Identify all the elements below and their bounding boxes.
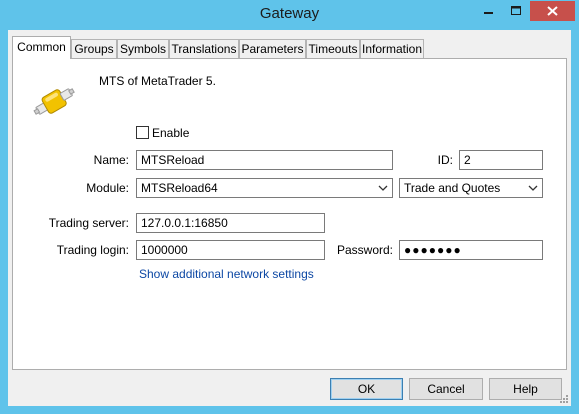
ok-button[interactable]: OK: [330, 378, 403, 400]
tab-groups[interactable]: Groups: [71, 39, 117, 58]
minimize-icon: [484, 12, 493, 14]
tab-parameters[interactable]: Parameters: [239, 39, 306, 58]
dialog-client: Common Groups Symbols Translations Param…: [8, 30, 571, 406]
tab-timeouts[interactable]: Timeouts: [306, 39, 360, 58]
name-field[interactable]: MTSReload: [136, 150, 393, 170]
trading-login-label: Trading login:: [56, 243, 129, 257]
tab-common[interactable]: Common: [12, 36, 71, 59]
chevron-down-icon: [528, 185, 538, 191]
title-bar: Gateway: [0, 0, 579, 30]
id-label: ID:: [437, 153, 453, 167]
trading-login-field[interactable]: 1000000: [136, 240, 325, 260]
password-label: Password:: [336, 243, 393, 257]
mode-select-value: Trade and Quotes: [404, 181, 501, 195]
password-field[interactable]: ●●●●●●●: [399, 240, 543, 260]
id-field[interactable]: 2: [459, 150, 543, 170]
trading-server-label: Trading server:: [48, 216, 129, 230]
enable-checkbox[interactable]: [136, 126, 149, 139]
mode-select[interactable]: Trade and Quotes: [399, 178, 543, 198]
close-icon: [547, 6, 558, 16]
close-button[interactable]: [530, 1, 575, 21]
resize-grip-icon[interactable]: [559, 394, 569, 404]
maximize-button[interactable]: [503, 1, 529, 21]
module-select-value: MTSReload64: [141, 181, 218, 195]
maximize-icon: [511, 6, 521, 15]
tab-information[interactable]: Information: [360, 39, 424, 58]
module-select[interactable]: MTSReload64: [136, 178, 393, 198]
name-label: Name:: [93, 153, 129, 167]
enable-label: Enable: [152, 126, 190, 140]
tab-translations[interactable]: Translations: [169, 39, 239, 58]
tab-panel-common: MTS of MetaTrader 5. Enable Name: MTSRel…: [12, 58, 567, 370]
cancel-button[interactable]: Cancel: [409, 378, 483, 400]
gateway-cable-icon: [33, 88, 75, 115]
help-button[interactable]: Help: [489, 378, 562, 400]
gateway-description: MTS of MetaTrader 5.: [99, 74, 216, 88]
trading-server-field[interactable]: 127.0.0.1:16850: [136, 213, 325, 233]
tab-symbols[interactable]: Symbols: [117, 39, 169, 58]
network-settings-link[interactable]: Show additional network settings: [139, 267, 314, 281]
module-label: Module:: [86, 181, 129, 195]
minimize-button[interactable]: [475, 1, 502, 21]
chevron-down-icon: [378, 185, 388, 191]
